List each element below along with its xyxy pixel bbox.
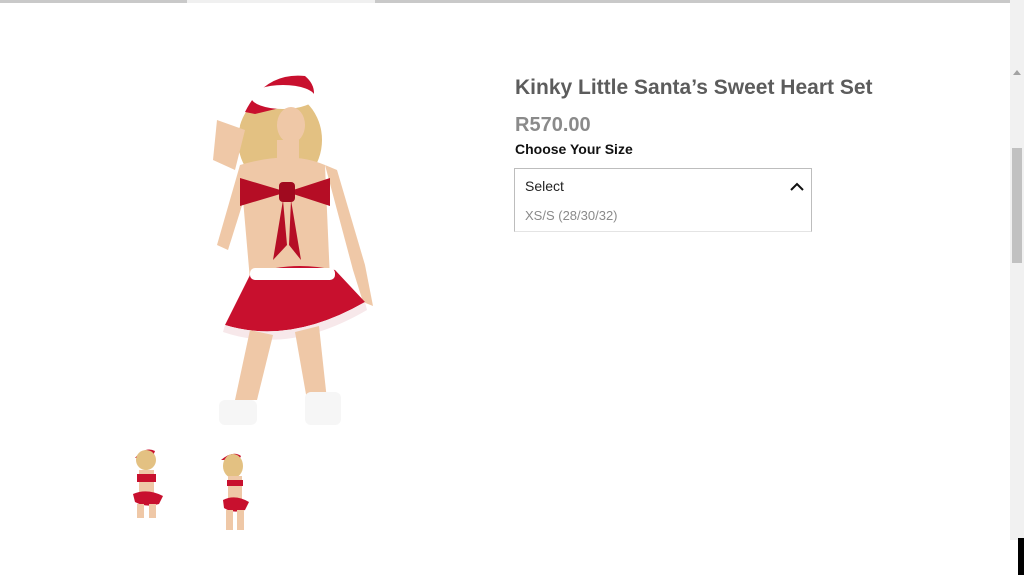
chevron-up-icon[interactable] xyxy=(790,181,804,191)
size-dropdown-toggle[interactable]: Select xyxy=(515,169,811,203)
active-tab-indicator xyxy=(187,0,375,3)
thumbnail-back[interactable] xyxy=(213,450,259,536)
thumbnail-front[interactable] xyxy=(125,446,171,532)
product-page: Kinky Little Santa’s Sweet Heart Set R57… xyxy=(0,0,1024,575)
scrollbar-thumb[interactable] xyxy=(1012,148,1022,263)
product-title: Kinky Little Santa’s Sweet Heart Set xyxy=(515,76,873,99)
window-edge xyxy=(1018,538,1024,575)
size-dropdown[interactable]: Select XS/S (28/30/32) xyxy=(514,168,812,232)
vertical-scrollbar[interactable] xyxy=(1010,0,1024,540)
main-product-image[interactable] xyxy=(195,70,395,425)
size-option-xs-s[interactable]: XS/S (28/30/32) xyxy=(525,208,618,223)
top-strip xyxy=(0,0,1010,3)
product-price: R570.00 xyxy=(515,114,591,136)
size-dropdown-selected: Select xyxy=(525,178,564,194)
size-label: Choose Your Size xyxy=(515,141,633,157)
scroll-up-arrow-icon[interactable] xyxy=(1013,70,1021,75)
